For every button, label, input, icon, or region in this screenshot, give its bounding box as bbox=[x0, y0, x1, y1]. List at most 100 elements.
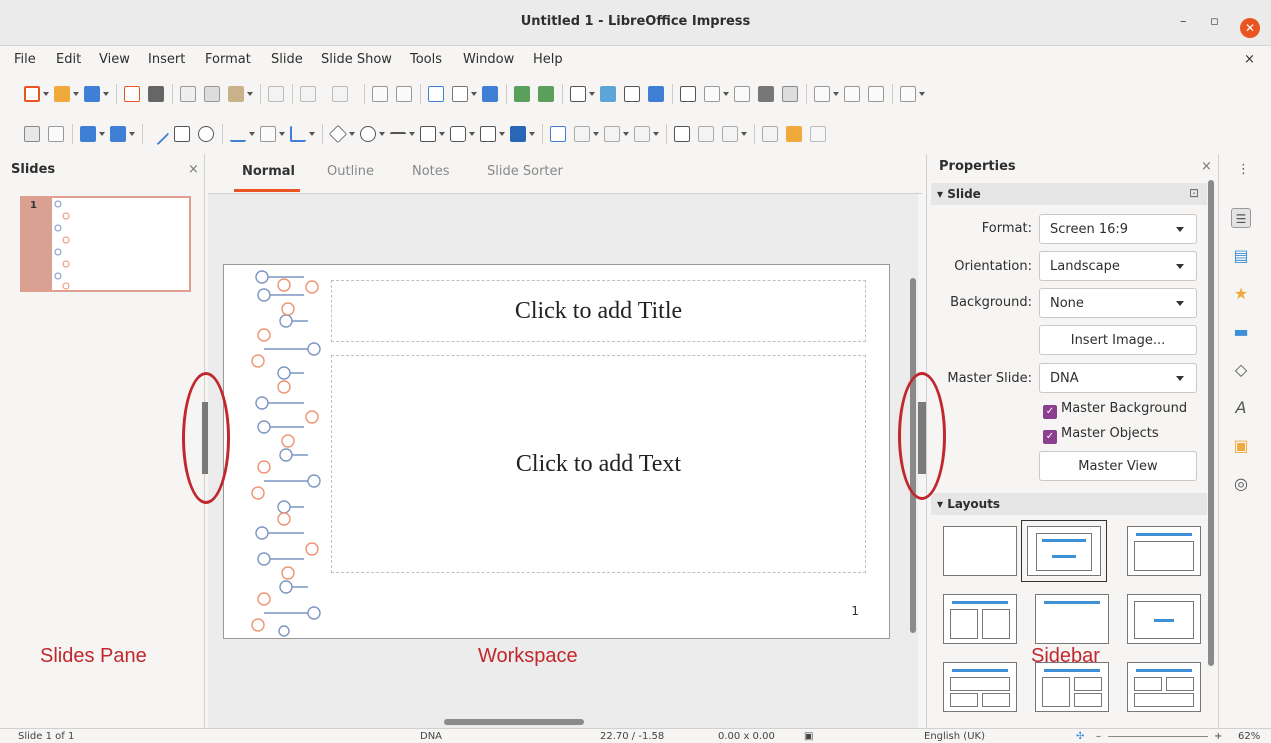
slide-transition-icon[interactable]: ▤ bbox=[1231, 246, 1251, 266]
master-slides-icon[interactable]: ▬ bbox=[1231, 322, 1251, 342]
slide-layout-icon[interactable] bbox=[900, 86, 916, 102]
export-pdf-icon[interactable] bbox=[124, 86, 140, 102]
basic-shapes-icon[interactable] bbox=[328, 124, 348, 144]
clone-formatting-icon[interactable] bbox=[268, 86, 284, 102]
callouts-icon[interactable] bbox=[450, 126, 466, 142]
slide-thumbnail[interactable]: 1 bbox=[20, 196, 191, 292]
arrows-dropdown-arrow[interactable] bbox=[249, 132, 255, 136]
symbol-shapes-icon[interactable] bbox=[360, 126, 376, 142]
menu-format[interactable]: Format bbox=[205, 52, 251, 67]
open-dropdown-arrow[interactable] bbox=[73, 92, 79, 96]
redo-icon[interactable] bbox=[332, 86, 348, 102]
show-draw-functions-icon[interactable] bbox=[782, 86, 798, 102]
lines-arrows-icon[interactable] bbox=[230, 126, 246, 142]
insert-textbox-icon[interactable] bbox=[680, 86, 696, 102]
special-character-icon[interactable] bbox=[704, 86, 720, 102]
tab-notes[interactable]: Notes bbox=[412, 164, 450, 179]
slide-canvas[interactable]: Click to add Title Click to add Text 1 bbox=[223, 264, 890, 639]
3d-objects-icon[interactable] bbox=[510, 126, 526, 142]
points-icon[interactable] bbox=[762, 126, 778, 142]
zoom-level[interactable]: 62% bbox=[1238, 731, 1260, 742]
layout-title-content-2-content[interactable] bbox=[1035, 662, 1109, 712]
close-window-button[interactable]: ✕ bbox=[1240, 18, 1260, 38]
tab-slide-sorter[interactable]: Slide Sorter bbox=[487, 164, 563, 179]
display-views-icon[interactable] bbox=[452, 86, 468, 102]
layout-title-slide[interactable] bbox=[1021, 520, 1107, 582]
layout-blank[interactable] bbox=[943, 526, 1017, 576]
master-slide-icon[interactable] bbox=[482, 86, 498, 102]
menu-window[interactable]: Window bbox=[463, 52, 514, 67]
insert-slide-icon[interactable] bbox=[814, 86, 830, 102]
basic-shapes-dropdown-arrow[interactable] bbox=[349, 132, 355, 136]
connectors-icon[interactable] bbox=[290, 126, 306, 142]
slides-pane-close-button[interactable]: × bbox=[188, 162, 199, 177]
fill-color-dropdown-arrow[interactable] bbox=[129, 132, 135, 136]
arrange-dropdown-arrow[interactable] bbox=[623, 132, 629, 136]
curves-dropdown-arrow[interactable] bbox=[279, 132, 285, 136]
sidebar-settings-menu[interactable]: ⋮ bbox=[1237, 162, 1250, 177]
tab-normal[interactable]: Normal bbox=[242, 164, 295, 179]
restore-button[interactable]: ▫ bbox=[1210, 14, 1219, 29]
special-char-dropdown-arrow[interactable] bbox=[723, 92, 729, 96]
layout-dropdown-arrow[interactable] bbox=[919, 92, 925, 96]
callouts-dropdown-arrow[interactable] bbox=[469, 132, 475, 136]
insert-line-icon[interactable] bbox=[146, 122, 170, 146]
master-objects-checkbox[interactable]: ✓ Master Objects bbox=[1043, 426, 1159, 444]
menu-tools[interactable]: Tools bbox=[410, 52, 442, 67]
text-placeholder[interactable]: Click to add Text bbox=[331, 355, 866, 573]
styles-icon[interactable]: A bbox=[1231, 398, 1251, 418]
layout-title-content[interactable] bbox=[1127, 526, 1201, 576]
menu-insert[interactable]: Insert bbox=[148, 52, 185, 67]
layout-title-2-content-over-content[interactable] bbox=[1127, 662, 1201, 712]
shadow-icon[interactable] bbox=[674, 126, 690, 142]
insert-chart-icon[interactable] bbox=[648, 86, 664, 102]
block-arrows-dropdown-arrow[interactable] bbox=[409, 132, 415, 136]
line-color-icon[interactable] bbox=[80, 126, 96, 142]
menu-file[interactable]: File bbox=[14, 52, 36, 67]
block-arrows-icon[interactable] bbox=[390, 132, 406, 148]
hyperlink-icon[interactable] bbox=[758, 86, 774, 102]
title-placeholder[interactable]: Click to add Title bbox=[331, 280, 866, 342]
paste-dropdown-arrow[interactable] bbox=[247, 92, 253, 96]
menu-slide-show[interactable]: Slide Show bbox=[321, 52, 392, 67]
new-document-icon[interactable] bbox=[24, 86, 40, 102]
insert-ellipse-icon[interactable] bbox=[198, 126, 214, 142]
fill-color-icon[interactable] bbox=[110, 126, 126, 142]
open-folder-icon[interactable] bbox=[54, 86, 70, 102]
minimize-button[interactable]: – bbox=[1180, 14, 1187, 29]
transformations-icon[interactable] bbox=[810, 126, 826, 142]
more-options-icon[interactable]: ⊡ bbox=[1189, 186, 1199, 200]
filter-icon[interactable] bbox=[722, 126, 738, 142]
slide-section-header[interactable]: ▾ Slide ⊡ bbox=[931, 183, 1207, 205]
layout-title-only[interactable] bbox=[1035, 594, 1109, 644]
spelling-icon[interactable] bbox=[396, 86, 412, 102]
toggle-extrusion-icon[interactable] bbox=[786, 126, 802, 142]
distribute-icon[interactable] bbox=[634, 126, 650, 142]
save-icon[interactable] bbox=[84, 86, 100, 102]
workspace-horizontal-scrollbar[interactable] bbox=[208, 716, 918, 728]
zoom-out-button[interactable]: – bbox=[1096, 731, 1101, 742]
background-select[interactable]: None bbox=[1039, 288, 1197, 318]
select-icon[interactable] bbox=[24, 126, 40, 142]
insert-image-icon[interactable] bbox=[600, 86, 616, 102]
align-dropdown-arrow[interactable] bbox=[593, 132, 599, 136]
gallery-icon[interactable]: ▣ bbox=[1231, 436, 1251, 456]
stars-icon[interactable] bbox=[480, 126, 496, 142]
close-document-button[interactable]: × bbox=[1244, 52, 1255, 67]
stars-dropdown-arrow[interactable] bbox=[499, 132, 505, 136]
new-dropdown-arrow[interactable] bbox=[43, 92, 49, 96]
arrange-icon[interactable] bbox=[604, 126, 620, 142]
menu-edit[interactable]: Edit bbox=[56, 52, 81, 67]
rotate-icon[interactable] bbox=[550, 126, 566, 142]
display-grid-icon[interactable] bbox=[428, 86, 444, 102]
properties-icon[interactable]: ☰ bbox=[1231, 208, 1251, 228]
navigator-icon[interactable]: ◎ bbox=[1231, 474, 1251, 494]
delete-slide-icon[interactable] bbox=[868, 86, 884, 102]
curves-icon[interactable] bbox=[260, 126, 276, 142]
undo-icon[interactable] bbox=[300, 86, 316, 102]
views-dropdown-arrow[interactable] bbox=[471, 92, 477, 96]
table-dropdown-arrow[interactable] bbox=[589, 92, 595, 96]
insert-table-icon[interactable] bbox=[570, 86, 586, 102]
layouts-section-header[interactable]: ▾ Layouts bbox=[931, 493, 1207, 515]
insert-rectangle-icon[interactable] bbox=[174, 126, 190, 142]
